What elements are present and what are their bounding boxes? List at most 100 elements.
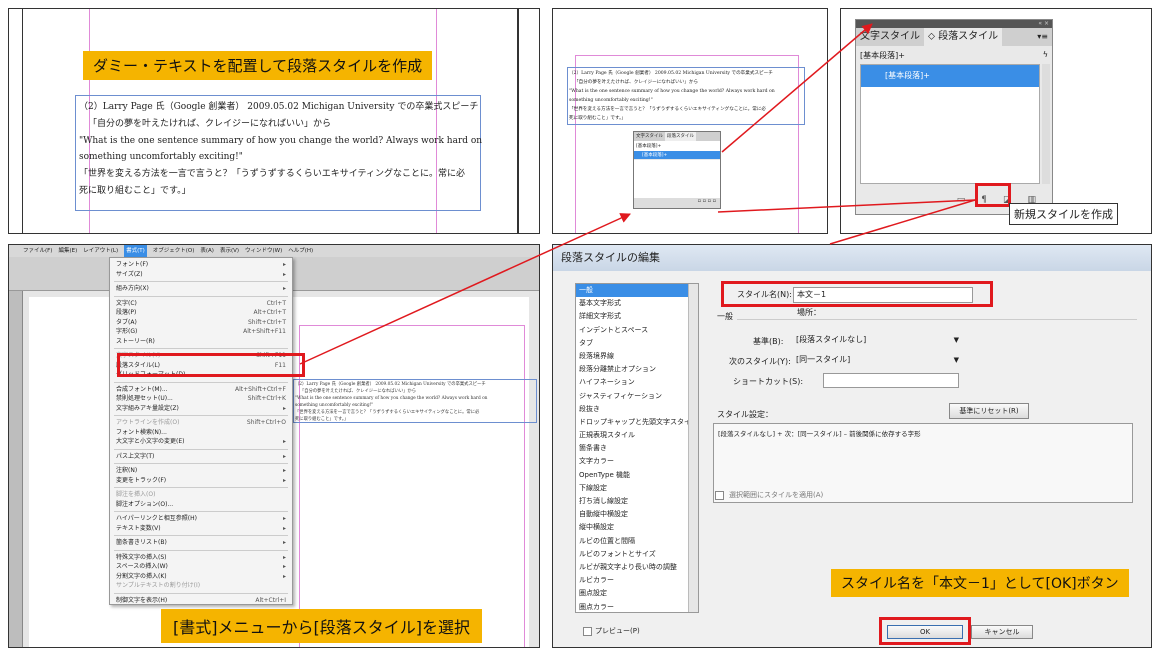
menu-item[interactable]: 組み方向(X) ▸ xyxy=(110,284,292,294)
next-style-select[interactable]: [同一スタイル] ▼ xyxy=(793,353,959,369)
body-text-small: （2）Larry Page 氏（Google 創業者） 2009.05.02 M… xyxy=(569,69,805,123)
apply-checkbox[interactable] xyxy=(715,491,724,500)
category-item[interactable]: OpenType 機能 xyxy=(576,469,698,482)
category-item[interactable]: 圏点設定 xyxy=(576,587,698,600)
text-line: 「自分の夢を叶えたければ、クレイジーになればいい」から xyxy=(574,80,699,85)
cancel-button[interactable]: キャンセル xyxy=(971,625,1033,639)
menu-item[interactable]: 段落(P) Alt+Ctrl+T xyxy=(110,308,292,318)
menu-item[interactable]: タブ(A) Shift+Ctrl+T xyxy=(110,318,292,328)
text-line: something uncomfortably exciting!" xyxy=(79,152,243,163)
mini-tab-character[interactable]: 文字スタイル xyxy=(634,132,665,141)
category-item[interactable]: ルビカラー xyxy=(576,574,698,587)
right-page-edge xyxy=(517,9,539,233)
category-item[interactable]: ジャスティフィケーション xyxy=(576,390,698,403)
category-scrollbar[interactable] xyxy=(688,284,698,612)
menu-item[interactable]: アウトラインを作成(O) Shift+Ctrl+O xyxy=(110,418,292,428)
style-list-item-selected[interactable]: [基本段落]+ xyxy=(861,65,1039,87)
menu-item[interactable]: ハイパーリンクと相互参照(H) ▸ xyxy=(110,514,292,524)
category-item[interactable]: 正規表現スタイル xyxy=(576,429,698,442)
menu-item[interactable]: 合成フォント(M)... Alt+Shift+Ctrl+F xyxy=(110,385,292,395)
callout-new-style: 新規スタイルを作成 xyxy=(1009,203,1118,225)
category-item[interactable]: インデントとスペース xyxy=(576,324,698,337)
category-item[interactable]: ハイフネーション xyxy=(576,376,698,389)
menu-help[interactable]: ヘルプ(H) xyxy=(288,245,313,257)
menu-type[interactable]: 書式(T) xyxy=(124,245,147,257)
menu-item[interactable]: サイズ(Z) ▸ xyxy=(110,270,292,280)
body-text: （2）Larry Page 氏（Google 創業者） 2009.05.02 M… xyxy=(79,99,483,200)
menu-object[interactable]: オブジェクト(O) xyxy=(153,245,195,257)
category-item[interactable]: 基本文字形式 xyxy=(576,297,698,310)
preview-checkbox[interactable] xyxy=(583,627,592,636)
text-line: 死に取り組むこと」です。」 xyxy=(569,116,626,121)
next-style-value: [同一スタイル] xyxy=(796,355,851,364)
menubar: ファイル(F) 編集(E) レイアウト(L) 書式(T) オブジェクト(O) 表… xyxy=(9,245,539,257)
menu-item[interactable]: 分割文字の挿入(K) ▸ xyxy=(110,572,292,582)
text-line: 「自分の夢を叶えたければ、クレイジーになればいい」から xyxy=(300,389,417,394)
menu-item[interactable]: 文字組みアキ量設定(Z) ▸ xyxy=(110,404,292,414)
category-item[interactable]: ルビが親文字より長い時の調整 xyxy=(576,561,698,574)
based-on-select[interactable]: [段落スタイルなし] ▼ xyxy=(793,333,959,349)
menu-file[interactable]: ファイル(F) xyxy=(23,245,52,257)
menu-item[interactable]: 字形(G) Alt+Shift+F11 xyxy=(110,327,292,337)
menu-item[interactable]: テキスト変数(V) ▸ xyxy=(110,524,292,534)
menu-table[interactable]: 表(A) xyxy=(200,245,214,257)
category-item[interactable]: 詳細文字形式 xyxy=(576,310,698,323)
category-item[interactable]: 段落境界線 xyxy=(576,350,698,363)
menu-item[interactable]: 大文字と小文字の変更(E) ▸ xyxy=(110,437,292,447)
category-item[interactable]: タブ xyxy=(576,337,698,350)
menu-item[interactable]: 特殊文字の挿入(S) ▸ xyxy=(110,553,292,563)
menu-separator xyxy=(114,511,288,512)
tab-character-styles[interactable]: 文字スタイル xyxy=(856,28,924,46)
mini-paragraph-styles-panel[interactable]: 文字スタイル 段落スタイル [基本段落]+ [基本段落]+ ▫ ▫ ▫ ▫ xyxy=(633,131,721,209)
menu-item[interactable]: ストーリー(R) xyxy=(110,337,292,347)
mini-list-item-selected[interactable]: [基本段落]+ xyxy=(634,151,720,159)
category-item[interactable]: 下線設定 xyxy=(576,482,698,495)
text-line: "What is the one sentence summary of how… xyxy=(79,135,483,146)
category-item[interactable]: 圏点カラー xyxy=(576,601,698,613)
menu-item[interactable]: サンプルテキストの割り付け(I) xyxy=(110,581,292,591)
category-item[interactable]: 文字カラー xyxy=(576,455,698,468)
menu-item[interactable]: パス上文字(T) ▸ xyxy=(110,452,292,462)
menu-item[interactable]: 箇条書きリスト(B) ▸ xyxy=(110,538,292,548)
based-on-label: 基準(B): xyxy=(753,337,784,346)
shortcut-label: ショートカット(S): xyxy=(733,377,804,386)
text-line: （2）Larry Page 氏（Google 創業者） 2009.05.02 M… xyxy=(295,382,486,387)
category-item[interactable]: 箇条書き xyxy=(576,442,698,455)
menu-item[interactable]: フォント検索(N)... xyxy=(110,428,292,438)
folder-icon[interactable]: ▭ xyxy=(957,195,966,205)
panel-header-row: [基本段落]+ ϟ xyxy=(856,46,1052,62)
menu-item[interactable]: 変更をトラック(F) ▸ xyxy=(110,476,292,486)
category-item[interactable]: ルビの位置と間隔 xyxy=(576,535,698,548)
menu-item[interactable]: スペースの挿入(W) ▸ xyxy=(110,562,292,572)
menu-window[interactable]: ウィンドウ(W) xyxy=(245,245,282,257)
panel-dummy-text: ダミー・テキストを配置して段落スタイルを作成 （2）Larry Page 氏（G… xyxy=(8,8,540,234)
category-item[interactable]: 段落分離禁止オプション xyxy=(576,363,698,376)
menu-item[interactable]: 注釈(N) ▸ xyxy=(110,466,292,476)
category-item[interactable]: 自動縦中横設定 xyxy=(576,508,698,521)
menu-item[interactable]: 禁則処理セット(U)... Shift+Ctrl+K xyxy=(110,394,292,404)
text-line: （2）Larry Page 氏（Google 創業者） 2009.05.02 M… xyxy=(79,102,479,112)
reset-to-base-button[interactable]: 基準にリセット(R) xyxy=(949,403,1029,419)
menu-edit[interactable]: 編集(E) xyxy=(58,245,77,257)
menu-item[interactable]: 制御文字を表示(H) Alt+Ctrl+I xyxy=(110,596,292,606)
menu-item[interactable]: 文字(C) Ctrl+T xyxy=(110,299,292,309)
category-item[interactable]: 段抜き xyxy=(576,403,698,416)
menu-item[interactable]: 脚注を挿入(O) xyxy=(110,490,292,500)
tab-paragraph-styles[interactable]: ⬦ 段落スタイル xyxy=(924,28,1003,46)
category-item[interactable]: ルビのフォントとサイズ xyxy=(576,548,698,561)
panel-menu-icon[interactable]: ▾≡ xyxy=(1037,28,1052,46)
based-on-value: [段落スタイルなし] xyxy=(796,335,867,344)
menu-item[interactable]: 脚注オプション(O)... xyxy=(110,500,292,510)
list-scrollbar[interactable] xyxy=(1042,64,1050,184)
category-item[interactable]: 縦中横設定 xyxy=(576,521,698,534)
category-item[interactable]: ドロップキャップと先頭文字スタイル xyxy=(576,416,698,429)
menu-item[interactable]: フォント(F) ▸ xyxy=(110,260,292,270)
mini-tab-paragraph[interactable]: 段落スタイル xyxy=(665,132,696,141)
menu-view[interactable]: 表示(V) xyxy=(220,245,239,257)
menu-layout[interactable]: レイアウト(L) xyxy=(83,245,118,257)
category-item-selected[interactable]: 一般 xyxy=(576,284,698,298)
mini-list-item[interactable]: [基本段落]+ xyxy=(634,141,720,151)
body-text-small: （2）Larry Page 氏（Google 創業者） 2009.05.02 M… xyxy=(295,381,535,423)
category-item[interactable]: 打ち消し線設定 xyxy=(576,495,698,508)
shortcut-input[interactable] xyxy=(823,373,959,388)
